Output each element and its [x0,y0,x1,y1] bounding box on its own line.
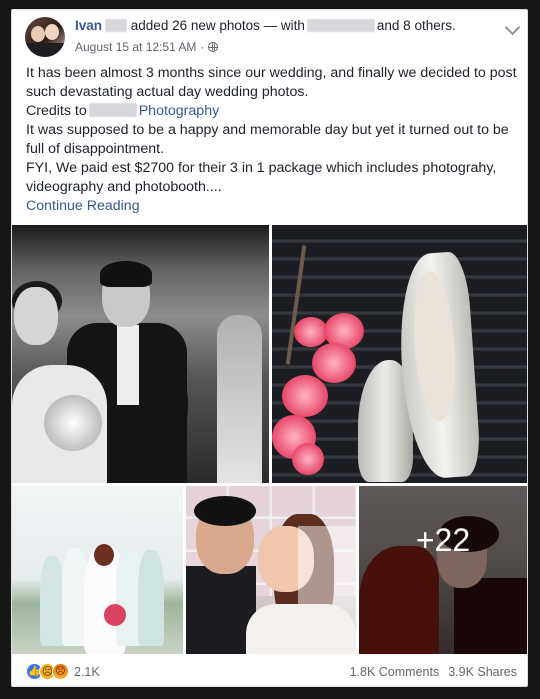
continue-reading-link[interactable]: Continue Reading [26,197,521,216]
post-timestamp[interactable]: August 15 at 12:51 AM [75,40,196,54]
post-paragraph: It has been almost 3 months since our we… [26,65,517,100]
credits-line: Credits to Photography [26,103,220,119]
author-name[interactable]: Ivan [75,18,102,33]
author-avatar[interactable] [25,17,65,57]
action-text: added 26 new photos — with [130,18,305,33]
shares-count[interactable]: 3.9K Shares [448,665,517,679]
post-card: Ivan added 26 new photos — with and 8 oth… [11,9,528,687]
photo-kiss[interactable] [186,486,356,654]
photo-bridal-shoes[interactable] [272,225,527,483]
post-paragraph: It was supposed to be a happy and memora… [26,122,509,157]
photo-bridesmaids[interactable] [12,486,183,654]
post-header: Ivan added 26 new photos — with and 8 oth… [75,18,505,33]
more-photos-count[interactable]: +22 [359,486,527,654]
comments-count[interactable]: 1.8K Comments [350,665,440,679]
and-others-link[interactable]: and 8 others. [377,18,456,33]
post-body: It has been almost 3 months since our we… [26,64,521,216]
post-footer: 👍 ☹ ☹ 2.1K 1.8K Comments 3.9K Shares [12,658,527,686]
redacted-studio-name [88,103,137,117]
photo-more[interactable]: +22 [359,486,527,654]
chevron-down-icon[interactable] [504,19,521,36]
reactions-summary[interactable]: 👍 ☹ ☹ 2.1K [26,663,100,680]
reaction-count[interactable]: 2.1K [74,665,100,679]
redacted-surname [105,19,128,32]
redacted-tagged-name [306,19,375,32]
post-paragraph: FYI, We paid est $2700 for their 3 in 1 … [26,160,497,195]
engagement-counts: 1.8K Comments 3.9K Shares [350,665,517,679]
credits-link[interactable]: Photography [139,103,219,119]
post-meta: August 15 at 12:51 AM · [75,40,219,54]
photo-couple-bw[interactable] [12,225,269,483]
angry-icon: ☹ [52,663,69,680]
globe-icon[interactable] [208,42,219,52]
